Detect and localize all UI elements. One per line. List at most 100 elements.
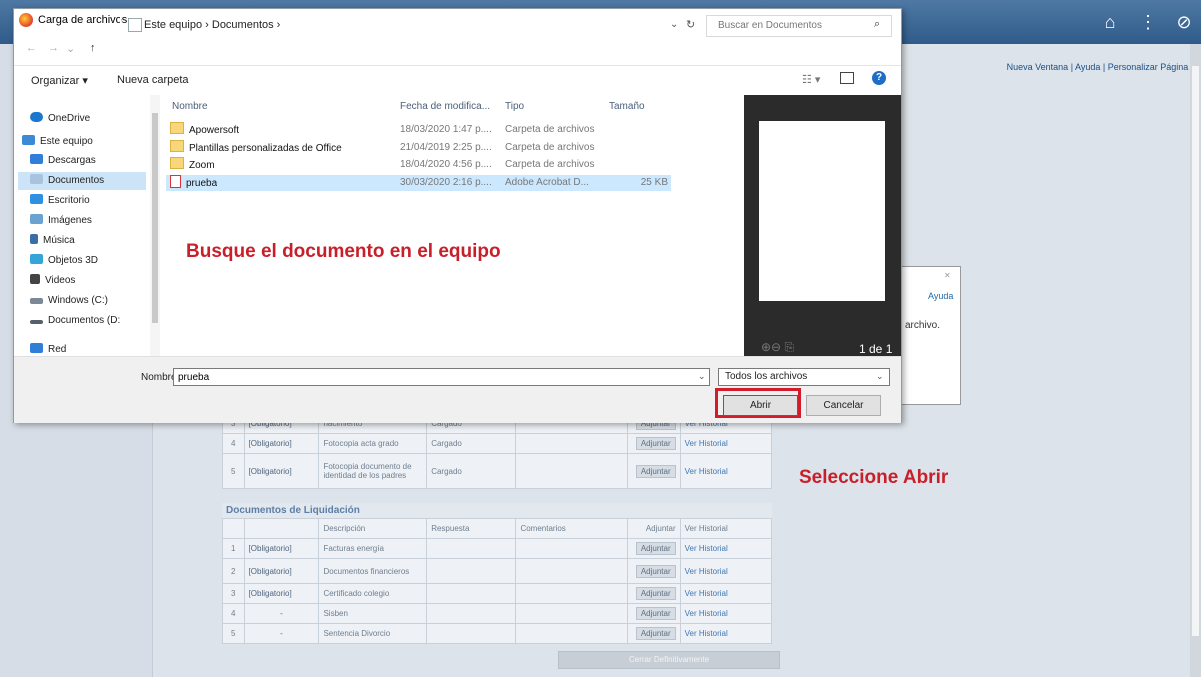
liquidation-table: Descripción Respuesta Comentarios Adjunt… bbox=[222, 518, 773, 644]
file-upload-dialog: Carga de archivos ✕ ← → ⌄ ↑ Este equipo … bbox=[13, 8, 902, 423]
address-bar-area: ← → ⌄ ↑ bbox=[14, 33, 901, 65]
file-type-select[interactable]: Todos los archivos bbox=[718, 368, 890, 386]
nav-item-onedrive[interactable]: OneDrive bbox=[18, 110, 146, 128]
close-definitively-button[interactable]: Cerrar Definitivamente bbox=[558, 651, 780, 669]
preview-page bbox=[759, 121, 885, 301]
search-icon: ⌕ bbox=[874, 18, 881, 30]
nav-item-musica[interactable]: Música bbox=[18, 232, 146, 250]
nav-item-documentos[interactable]: Documentos bbox=[18, 172, 146, 190]
nav-item-windows-c[interactable]: Windows (C:) bbox=[18, 292, 146, 310]
table-row: 4 [Obligatorio] Fotocopia acta grado Car… bbox=[222, 433, 773, 454]
cancel-button[interactable]: Cancelar bbox=[806, 395, 881, 416]
nav-item-documentos-d[interactable]: Documentos (D: bbox=[18, 312, 146, 330]
close-icon[interactable]: ✕ bbox=[944, 271, 951, 280]
table-row: 3 [Obligatorio] Certificado colegio Adju… bbox=[222, 583, 773, 604]
documents-table-upper: 3 [Obligatorio] nacimiento Cargado Adjun… bbox=[222, 413, 773, 489]
recent-chevron-icon[interactable]: ⌄ bbox=[66, 42, 75, 55]
back-icon[interactable]: ← bbox=[26, 42, 37, 54]
objects3d-icon bbox=[30, 254, 43, 264]
attach-button[interactable]: Adjuntar bbox=[635, 627, 676, 640]
folder-icon bbox=[170, 140, 184, 152]
attach-button[interactable]: Adjuntar bbox=[635, 464, 676, 478]
file-row-apowersoft[interactable]: Apowersoft 18/03/2020 1:47 p.... Carpeta… bbox=[166, 122, 671, 138]
organize-button[interactable]: Organizar ▾ bbox=[31, 74, 88, 87]
nav-scroll-thumb[interactable] bbox=[152, 113, 158, 323]
folder-icon bbox=[170, 157, 184, 169]
more-vert-icon[interactable]: ⋮ bbox=[1136, 10, 1160, 34]
help-icon[interactable]: ? bbox=[872, 71, 886, 85]
firefox-icon bbox=[19, 13, 33, 27]
instruction-select-open: Seleccione Abrir bbox=[799, 467, 949, 488]
table-row: 5 [Obligatorio] Fotocopia documento de i… bbox=[222, 453, 773, 489]
attach-button[interactable]: Adjuntar bbox=[635, 564, 676, 578]
table-row: 5 - Sentencia Divorcio Adjuntar Ver Hist… bbox=[222, 623, 773, 644]
nav-item-este-equipo[interactable]: Este equipo bbox=[18, 133, 146, 151]
attach-button[interactable]: Adjuntar bbox=[635, 542, 676, 555]
column-name[interactable]: Nombre bbox=[172, 101, 208, 112]
table-row: 1 [Obligatorio] Facturas energía Adjunta… bbox=[222, 538, 773, 559]
history-link[interactable]: Ver Historial bbox=[685, 629, 728, 638]
history-link[interactable]: Ver Historial bbox=[685, 567, 728, 576]
history-link[interactable]: Ver Historial bbox=[685, 609, 728, 618]
filename-input[interactable] bbox=[173, 368, 710, 386]
nav-item-red[interactable]: Red bbox=[18, 341, 146, 356]
table-row: 4 - Sisben Adjuntar Ver Historial bbox=[222, 603, 773, 624]
file-row-prueba[interactable]: prueba 30/03/2020 2:16 p.... Adobe Acrob… bbox=[166, 175, 671, 191]
chevron-down-icon[interactable]: ⌄ bbox=[670, 19, 678, 30]
table-header-row: Descripción Respuesta Comentarios Adjunt… bbox=[222, 518, 773, 539]
dialog-text: archivo. bbox=[905, 320, 941, 331]
nav-item-escritorio[interactable]: Escritorio bbox=[18, 192, 146, 210]
cloud-icon bbox=[30, 112, 43, 122]
drive-icon bbox=[30, 298, 43, 304]
navigator-icon[interactable]: ⊘ bbox=[1172, 10, 1196, 34]
column-type[interactable]: Tipo bbox=[505, 101, 524, 112]
computer-icon bbox=[22, 135, 35, 145]
pdf-icon bbox=[170, 175, 181, 188]
videos-icon bbox=[30, 274, 40, 284]
preview-pane-icon[interactable] bbox=[840, 72, 854, 84]
history-link[interactable]: Ver Historial bbox=[685, 544, 728, 553]
history-link[interactable]: Ver Historial bbox=[685, 467, 728, 476]
home-icon[interactable]: ⌂ bbox=[1098, 10, 1122, 34]
help-link[interactable]: Ayuda bbox=[928, 291, 953, 301]
nav-item-videos[interactable]: Videos bbox=[18, 272, 146, 290]
background-dialog bbox=[899, 266, 961, 405]
view-options-icon[interactable]: ☷ ▾ bbox=[802, 73, 820, 86]
open-button[interactable]: Abrir bbox=[723, 395, 798, 416]
table-row: 2 [Obligatorio] Documentos financieros A… bbox=[222, 558, 773, 584]
dialog-title: Carga de archivos bbox=[38, 14, 128, 26]
folder-icon bbox=[170, 122, 184, 134]
folder-icon bbox=[128, 18, 142, 32]
nav-item-descargas[interactable]: Descargas bbox=[18, 152, 146, 170]
attach-button[interactable]: Adjuntar bbox=[635, 587, 676, 600]
breadcrumb[interactable]: Este equipo › Documentos › bbox=[144, 19, 280, 31]
page-links[interactable]: Nueva Ventana | Ayuda | Personalizar Pág… bbox=[1007, 62, 1195, 72]
search-placeholder: Buscar en Documentos bbox=[718, 20, 822, 31]
up-icon[interactable]: ↑ bbox=[90, 42, 96, 54]
file-row-plantillas[interactable]: Plantillas personalizadas de Office 21/0… bbox=[166, 140, 671, 156]
preview-page-number: 1 de 1 bbox=[859, 342, 893, 356]
history-link[interactable]: Ver Historial bbox=[685, 439, 728, 448]
refresh-icon[interactable]: ↻ bbox=[686, 18, 695, 31]
file-row-zoom[interactable]: Zoom 18/04/2020 4:56 p.... Carpeta de ar… bbox=[166, 157, 671, 173]
liquidation-section-title: Documentos de Liquidación bbox=[222, 503, 772, 518]
history-link[interactable]: Ver Historial bbox=[685, 589, 728, 598]
column-date[interactable]: Fecha de modifica... bbox=[400, 101, 490, 112]
music-icon bbox=[30, 234, 38, 244]
desktop-icon bbox=[30, 194, 43, 204]
nav-item-objetos-3d[interactable]: Objetos 3D bbox=[18, 252, 146, 270]
chevron-down-icon[interactable]: ⌄ bbox=[876, 371, 884, 382]
download-icon bbox=[30, 154, 43, 164]
navigation-pane: OneDrive Este equipo Descargas Documento… bbox=[14, 95, 150, 356]
attach-button[interactable]: Adjuntar bbox=[635, 437, 676, 450]
page-scroll-thumb[interactable] bbox=[1192, 66, 1199, 636]
attach-button[interactable]: Adjuntar bbox=[635, 607, 676, 620]
nav-item-imagenes[interactable]: Imágenes bbox=[18, 212, 146, 230]
instruction-find-document: Busque el documento en el equipo bbox=[186, 241, 501, 262]
forward-icon[interactable]: → bbox=[48, 42, 59, 54]
pictures-icon bbox=[30, 214, 43, 224]
new-folder-button[interactable]: Nueva carpeta bbox=[117, 74, 189, 86]
column-size[interactable]: Tamaño bbox=[609, 101, 645, 112]
preview-controls-icon[interactable]: ⊕⊖ ⎘ bbox=[761, 340, 794, 355]
chevron-down-icon[interactable]: ⌄ bbox=[698, 371, 706, 382]
